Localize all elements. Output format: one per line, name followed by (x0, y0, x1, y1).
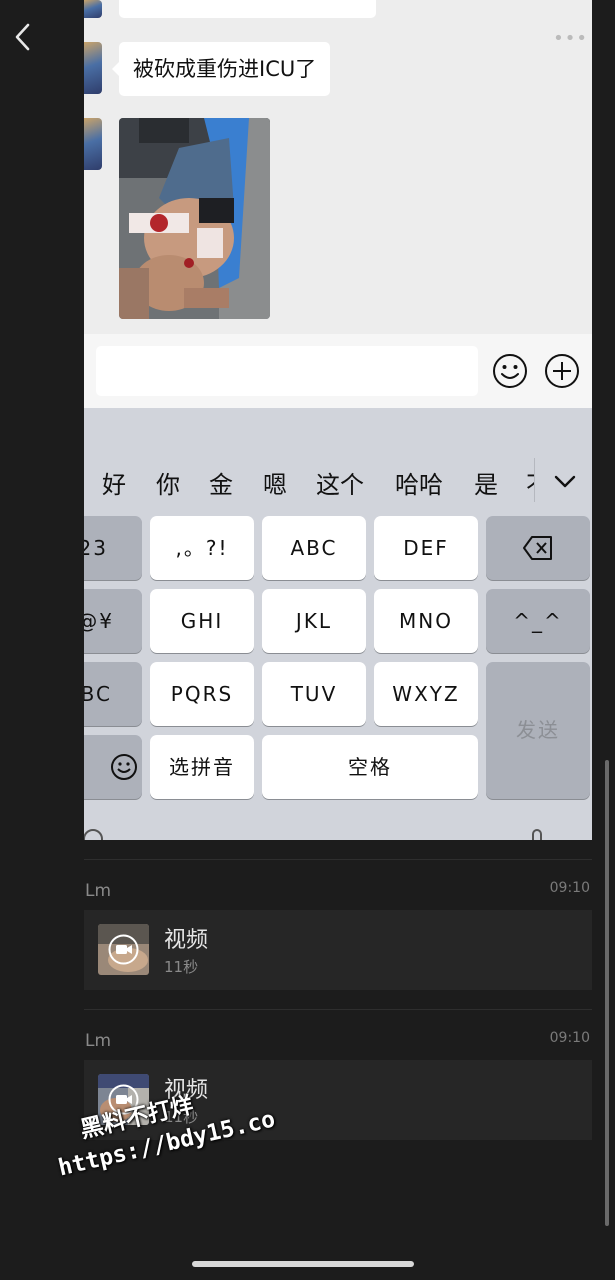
pinyin-key[interactable]: 选拼音 (150, 735, 254, 799)
sender-name: Lm (85, 1031, 112, 1051)
send-key[interactable]: 发送 (486, 662, 590, 799)
candidate-word[interactable]: 嗯 (263, 456, 287, 514)
candidate-divider (534, 458, 535, 502)
delete-key[interactable] (486, 516, 590, 580)
mno-key[interactable]: MNO (374, 589, 478, 653)
candidate-bar: 好 你 金 嗯 这个 哈哈 是 不 (84, 456, 592, 514)
video-title: 视频 (164, 928, 209, 953)
jkl-key[interactable]: JKL (262, 589, 366, 653)
symbols-key[interactable]: #@¥ (84, 589, 142, 653)
keyboard: 好 你 金 嗯 这个 哈哈 是 不 123 ,。?! ABC DEF (84, 408, 592, 840)
candidate-word[interactable]: 不 (526, 456, 534, 514)
chevron-down-icon[interactable] (552, 468, 578, 494)
screen: ••• 被砍成重伤进ICU了 好 你 金 嗯 这个 哈哈 是 23 ,。?! A… (0, 0, 615, 1280)
punctuation-key[interactable]: ,。?! (150, 516, 254, 580)
candidate-word[interactable]: 这个 (316, 456, 364, 514)
message-bubble: 被砍成重伤进ICU了 (111, 42, 331, 96)
video-thumbnail (98, 924, 149, 975)
emoji-icon[interactable] (492, 353, 528, 389)
avatar (84, 0, 102, 18)
video-message-card[interactable]: 视频 11秒 (84, 910, 592, 990)
pqrs-key[interactable]: PQRS (150, 662, 254, 726)
candidate-word[interactable]: 是 (474, 456, 498, 514)
scrollbar[interactable] (605, 760, 609, 1226)
message-time: 09:10 (549, 1030, 590, 1046)
home-indicator[interactable] (192, 1261, 414, 1267)
more-icon: ••• (553, 28, 588, 49)
abc-key[interactable]: ABC (262, 516, 366, 580)
candidate-word[interactable]: 金 (209, 456, 233, 514)
message-input[interactable] (96, 346, 478, 396)
abc-switch-key[interactable]: ABC (84, 662, 142, 726)
emoticon-key[interactable]: ^_^ (486, 589, 590, 653)
wxyz-key[interactable]: WXYZ (374, 662, 478, 726)
emoji-key-icon (111, 754, 137, 780)
divider (84, 859, 592, 860)
avatar (84, 42, 102, 94)
chat-area: ••• 被砍成重伤进ICU了 (84, 0, 592, 334)
injury-photo (119, 118, 270, 319)
delete-icon (523, 536, 552, 560)
tuv-key[interactable]: TUV (262, 662, 366, 726)
candidate-word[interactable]: 好 (102, 456, 126, 514)
divider (84, 1009, 592, 1010)
plus-icon[interactable] (544, 353, 580, 389)
message-text: 被砍成重伤进ICU了 (133, 57, 317, 81)
message-bubble-partial (119, 0, 376, 18)
video-duration: 11秒 (164, 958, 199, 976)
sender-name: Lm (85, 881, 112, 901)
numbers-key[interactable]: 123 (84, 516, 142, 580)
emoji-key[interactable] (84, 735, 142, 799)
globe-icon[interactable] (84, 828, 104, 840)
avatar (84, 118, 102, 170)
candidate-word[interactable]: 你 (156, 456, 180, 514)
message-time: 09:10 (549, 880, 590, 896)
ghi-key[interactable]: GHI (150, 589, 254, 653)
def-key[interactable]: DEF (374, 516, 478, 580)
chat-screenshot-image[interactable]: ••• 被砍成重伤进ICU了 好 你 金 嗯 这个 哈哈 是 23 ,。?! A… (84, 0, 592, 840)
microphone-icon[interactable] (530, 828, 544, 840)
space-key[interactable]: 空格 (262, 735, 478, 799)
back-chevron-icon[interactable] (10, 20, 38, 54)
candidate-word[interactable]: 哈哈 (395, 456, 443, 514)
